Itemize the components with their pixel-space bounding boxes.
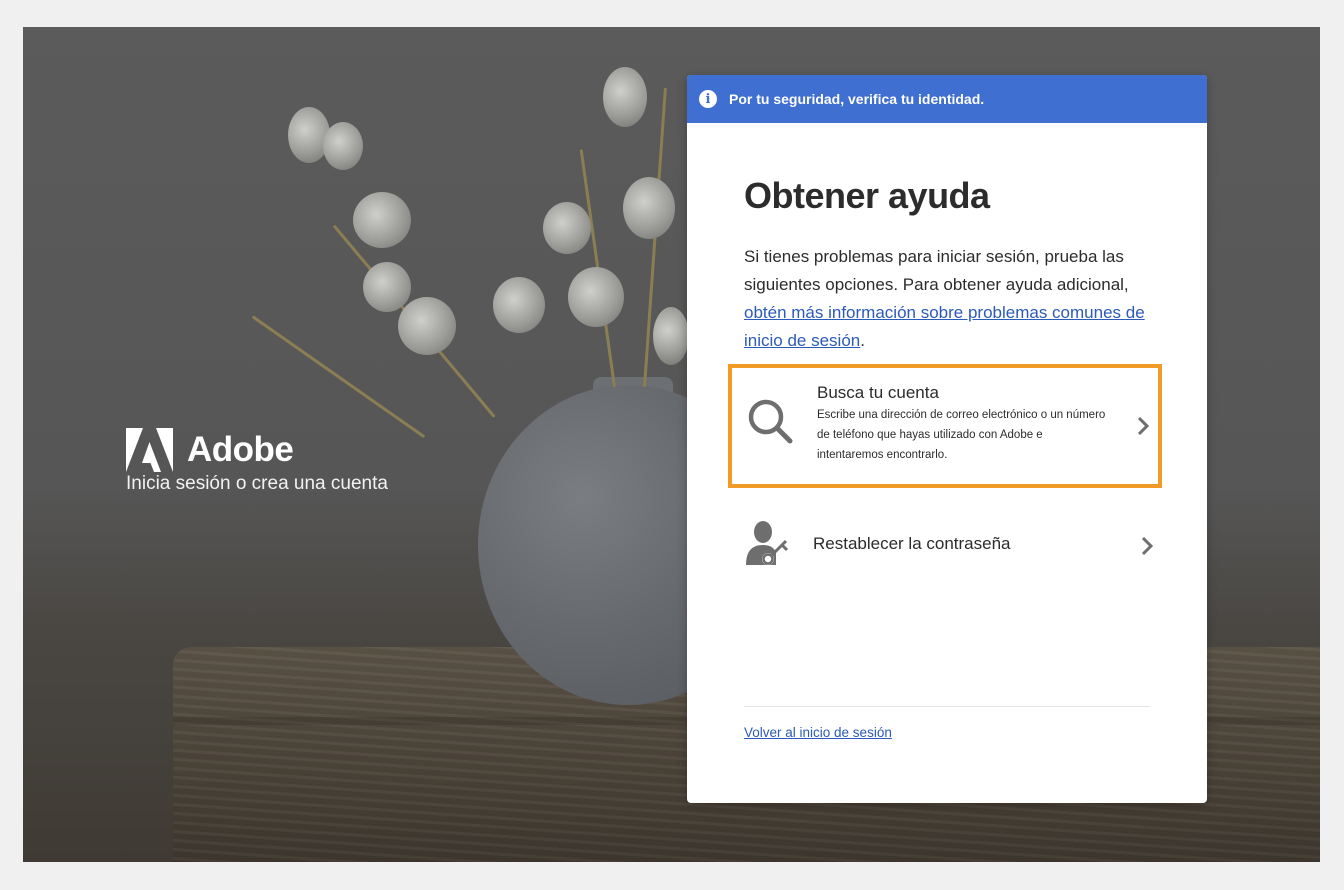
- find-account-description: Escribe una dirección de correo electrón…: [817, 409, 1106, 461]
- reset-password-option[interactable]: Restablecer la contraseña: [728, 511, 1162, 581]
- brand-tagline: Inicia sesión o crea una cuenta: [126, 473, 388, 494]
- adobe-brand: Adobe Inicia sesión o crea una cuenta: [126, 428, 388, 495]
- adobe-logo: [126, 428, 173, 472]
- page-title: Obtener ayuda: [744, 175, 990, 216]
- banner-text: Por tu seguridad, verifica tu identidad.: [729, 91, 985, 107]
- divider: [744, 706, 1150, 707]
- user-key-icon: [746, 521, 789, 565]
- chevron-right-icon: [1137, 416, 1150, 436]
- security-banner: i Por tu seguridad, verifica tu identida…: [687, 75, 1207, 123]
- flower-bud: [603, 67, 647, 127]
- flower-bud: [543, 202, 591, 254]
- reset-password-text: Restablecer la contraseña: [813, 534, 1112, 554]
- help-card: i Por tu seguridad, verifica tu identida…: [687, 75, 1207, 803]
- flower-bud: [323, 122, 363, 170]
- help-description: Si tienes problemas para iniciar sesión,…: [744, 243, 1154, 355]
- back-to-signin-link[interactable]: Volver al inicio de sesión: [744, 725, 892, 740]
- search-icon: [748, 399, 793, 444]
- chevron-right-icon: [1141, 536, 1154, 556]
- flower-bud: [653, 307, 689, 365]
- reset-password-title: Restablecer la contraseña: [813, 534, 1011, 553]
- brand-name: Adobe: [187, 430, 294, 469]
- description-text: Si tienes problemas para iniciar sesión,…: [744, 247, 1129, 294]
- description-end: .: [860, 331, 865, 350]
- flower-bud: [398, 297, 456, 355]
- flower-bud: [568, 267, 624, 327]
- flower-bud: [493, 277, 545, 333]
- find-account-option[interactable]: Busca tu cuenta Escribe una dirección de…: [728, 364, 1162, 488]
- find-account-title: Busca tu cuenta: [817, 383, 939, 402]
- find-account-text: Busca tu cuenta Escribe una dirección de…: [817, 383, 1108, 465]
- flower-bud: [353, 192, 411, 248]
- info-icon: i: [699, 90, 717, 108]
- flower-bud: [623, 177, 675, 239]
- common-problems-link[interactable]: obtén más información sobre problemas co…: [744, 303, 1145, 350]
- flower-bud: [363, 262, 411, 312]
